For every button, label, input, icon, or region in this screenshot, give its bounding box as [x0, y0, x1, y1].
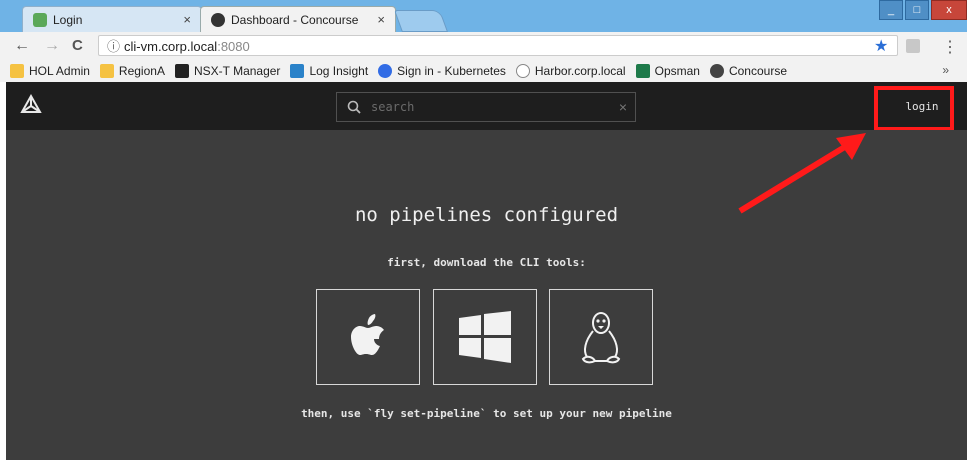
annotation-arrow-layer — [738, 133, 866, 214]
annotation-arrow-shaft — [738, 142, 850, 214]
